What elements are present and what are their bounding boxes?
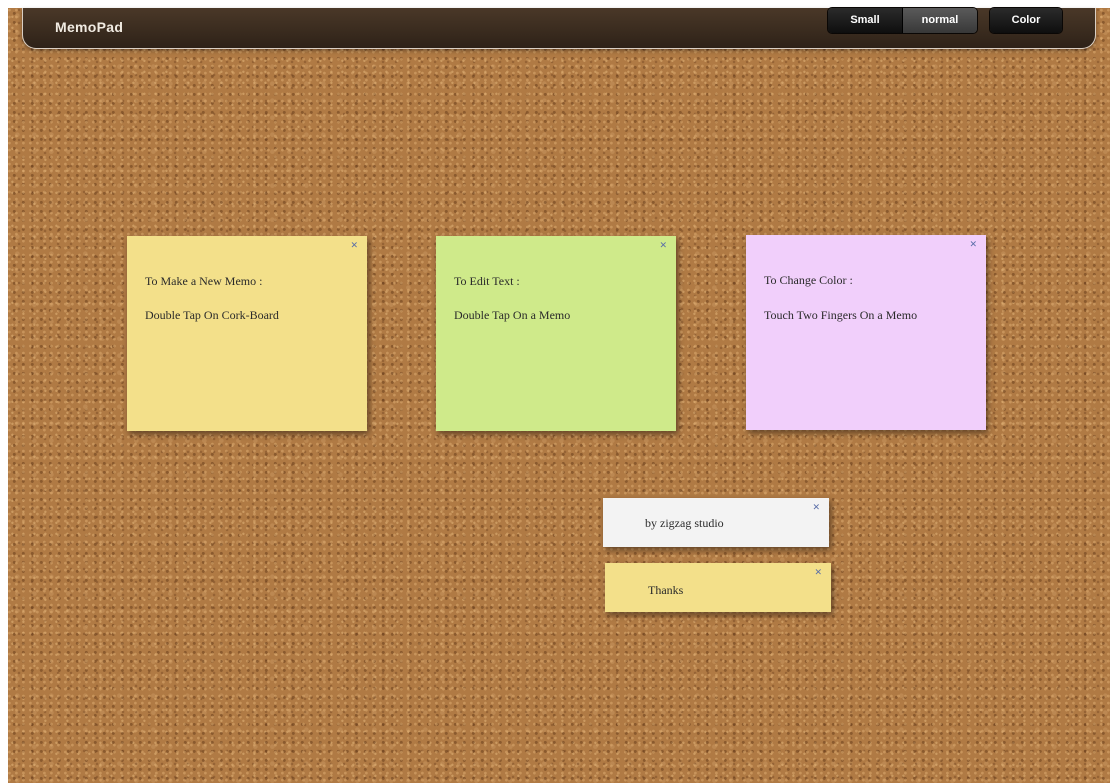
close-x-icon[interactable]: ✕: [659, 241, 667, 251]
memo-body: Touch Two Fingers On a Memo: [764, 308, 918, 322]
color-button[interactable]: Color: [990, 8, 1062, 33]
memo-thanks[interactable]: ✕ Thanks: [605, 563, 831, 612]
memo-title: To Edit Text :: [454, 274, 520, 288]
size-normal-button[interactable]: normal: [902, 8, 977, 33]
memo-title: To Change Color :: [764, 273, 853, 287]
memo-body: by zigzag studio: [645, 516, 724, 530]
close-x-icon[interactable]: ✕: [969, 240, 977, 250]
memo-body: Double Tap On Cork-Board: [145, 308, 279, 322]
close-x-icon[interactable]: ✕: [814, 568, 822, 578]
close-x-icon[interactable]: ✕: [812, 503, 820, 513]
memo-edit-text[interactable]: ✕ To Edit Text : Double Tap On a Memo: [436, 236, 676, 431]
size-small-button[interactable]: Small: [828, 8, 902, 33]
memo-body: Thanks: [648, 583, 684, 597]
size-segmented-control: Small normal: [827, 7, 978, 34]
memo-body: Double Tap On a Memo: [454, 308, 571, 322]
app-title: MemoPad: [55, 19, 124, 35]
memo-title: To Make a New Memo :: [145, 274, 263, 288]
close-x-icon[interactable]: ✕: [350, 241, 358, 251]
memo-new-memo[interactable]: ✕ To Make a New Memo : Double Tap On Cor…: [127, 236, 367, 431]
color-control: Color: [989, 7, 1063, 34]
memo-change-color[interactable]: ✕ To Change Color : Touch Two Fingers On…: [746, 235, 986, 430]
memo-credits[interactable]: ✕ by zigzag studio: [603, 498, 829, 547]
